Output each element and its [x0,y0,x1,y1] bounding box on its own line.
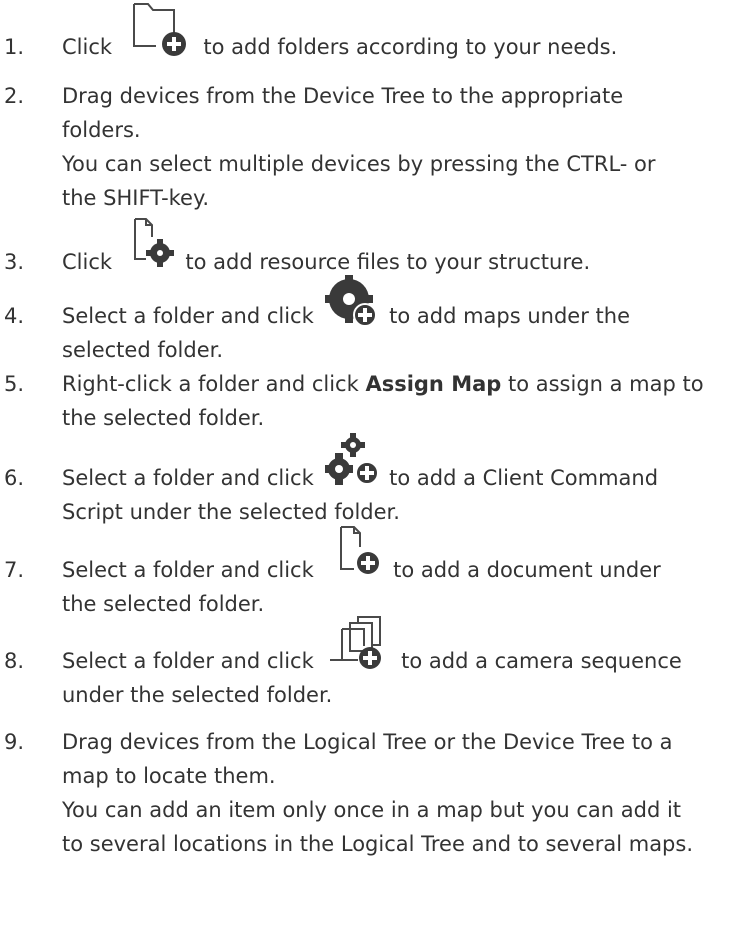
add-sequence-icon [330,616,381,669]
step-text: folders. [62,118,141,142]
step-number: 9. [4,730,25,754]
step-note: the SHIFT-key. [62,186,210,210]
step-number: 4. [4,304,25,328]
step-number: 1. [4,35,25,59]
step-number: 3. [4,250,25,274]
step-text: Drag devices from the Device Tree to the… [62,84,624,108]
new-folder-icon [133,3,186,56]
step-number: 2. [4,84,25,108]
step-text: map to locate them. [62,764,276,788]
step-note: You can select multiple devices by press… [62,152,656,176]
instruction-list: 1. Click to add folders according to you… [0,0,756,942]
ui-command-label: Assign Map [365,372,502,396]
add-script-icon [325,433,379,485]
step-text: Right-click a folder and click Assign Ma… [62,372,704,396]
add-map-icon [325,275,377,327]
step-text: selected folder. [62,338,224,362]
step-note: to several locations in the Logical Tree… [62,832,694,856]
step-number: 7. [4,558,25,582]
step-text: the selected folder. [62,592,265,616]
step-number: 6. [4,466,25,490]
step-text: Drag devices from the Logical Tree or th… [62,730,673,754]
add-document-icon [340,526,379,574]
add-resource-icon [134,218,174,267]
step-note: You can add an item only once in a map b… [62,798,682,822]
step-number: 8. [4,649,25,673]
step-text: the selected folder. [62,406,265,430]
step-number: 5. [4,372,25,396]
step-text: under the selected folder. [62,683,333,707]
